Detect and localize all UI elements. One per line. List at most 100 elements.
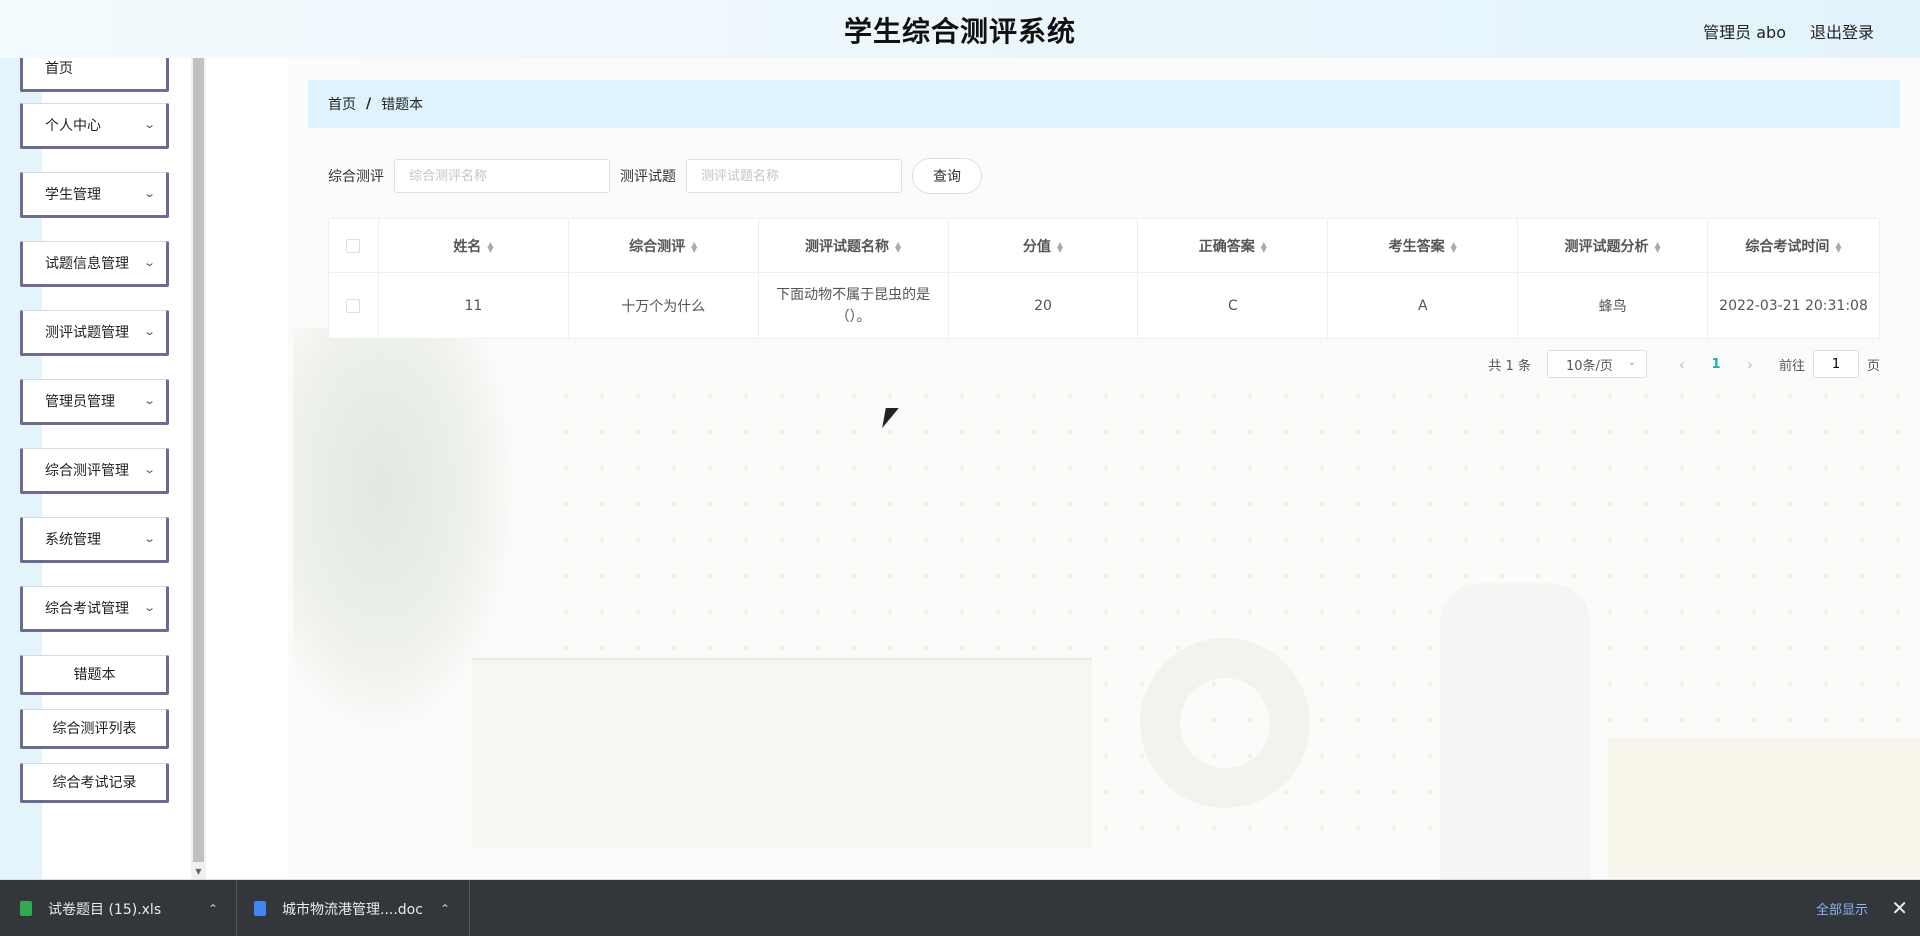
question-name-input[interactable] [686, 159, 902, 193]
sidebar-item-admin-management[interactable]: 管理员管理 ⌄ [20, 379, 169, 425]
sidebar-item-label: 试题信息管理 [45, 256, 129, 272]
prev-page-icon[interactable]: ‹ [1667, 355, 1697, 374]
sidebar-subitem-evaluation-list[interactable]: 综合测评列表 [20, 709, 169, 749]
download-item[interactable]: 城市物流港管理....doc ⌃ [254, 880, 454, 936]
logout-link[interactable]: 退出登录 [1810, 19, 1874, 43]
sort-icon[interactable]: ▲ ▼ [1261, 240, 1267, 253]
background-ring-decoration [1140, 638, 1310, 808]
sidebar-item-student-management[interactable]: 学生管理 ⌄ [20, 172, 169, 218]
sort-icon[interactable]: ▲ ▼ [487, 240, 493, 253]
chevron-up-icon[interactable]: ⌃ [440, 902, 450, 916]
column-header-label: 考生答案 [1388, 238, 1445, 255]
chevron-down-icon: ⌄ [142, 532, 156, 545]
download-item[interactable]: 试卷题目 (15).xls ⌃ [20, 880, 220, 936]
sidebar-item-label: 综合测评管理 [45, 463, 129, 479]
sort-icon[interactable]: ▲ ▼ [1835, 240, 1841, 253]
sidebar-item-system-management[interactable]: 系统管理 ⌄ [20, 517, 169, 563]
page-size-select[interactable]: 10条/页 ⌄ [1546, 350, 1647, 378]
page-title: 学生综合测评系统 [843, 15, 1076, 48]
column-header[interactable]: 综合测评 ▲ ▼ [567, 218, 759, 273]
close-icon[interactable]: ✕ [1891, 896, 1908, 920]
sidebar-item-label: 系统管理 [45, 532, 101, 548]
breadcrumb-home-link[interactable]: 首页 [328, 94, 356, 114]
document-file-icon [254, 901, 266, 916]
chevron-down-icon: ⌄ [142, 601, 156, 614]
background-block-decoration [472, 658, 1092, 848]
background-cylinder-decoration [1440, 583, 1590, 879]
column-header[interactable]: 考生答案 ▲ ▼ [1327, 218, 1519, 273]
evaluation-name-label: 综合测评 [328, 169, 384, 185]
row-checkbox[interactable] [346, 298, 361, 313]
table-cell: A [1327, 272, 1519, 339]
sidebar-item-label: 管理员管理 [45, 394, 115, 410]
column-header[interactable]: 分值 ▲ ▼ [947, 218, 1139, 273]
column-header-label: 综合测评 [629, 238, 686, 255]
breadcrumb-separator: / [366, 96, 372, 112]
sort-icon[interactable]: ▲ ▼ [1451, 240, 1457, 253]
sort-icon[interactable]: ▲ ▼ [895, 240, 901, 253]
sort-icon[interactable]: ▲ ▼ [691, 240, 697, 253]
sidebar-item-question-info-management[interactable]: 试题信息管理 ⌄ [20, 241, 169, 287]
column-header[interactable]: 正确答案 ▲ ▼ [1137, 218, 1329, 273]
show-all-downloads-button[interactable]: 全部显示 [1804, 880, 1880, 936]
table-cell: 20 [947, 272, 1139, 339]
sidebar-item-personal-center[interactable]: 个人中心 ⌄ [20, 103, 169, 149]
query-button[interactable]: 查询 [912, 158, 982, 194]
sidebar-item-comprehensive-evaluation-management[interactable]: 综合测评管理 ⌄ [20, 448, 169, 494]
table-cell: 十万个为什么 [567, 272, 759, 339]
sidebar-item-evaluation-question-management[interactable]: 测评试题管理 ⌄ [20, 310, 169, 356]
column-header-label: 综合考试时间 [1745, 238, 1830, 255]
sidebar-subitem-wrong-question-book[interactable]: 错题本 [20, 655, 169, 695]
goto-label: 前往 [1778, 358, 1805, 374]
pagination-total: 共 1 条 [1488, 358, 1531, 374]
table-cell: 2022-03-21 20:31:08 [1707, 272, 1880, 339]
column-header-label: 测评试题名称 [805, 238, 890, 255]
sidebar-subitem-label: 错题本 [73, 667, 116, 683]
page-number-current[interactable]: 1 [1697, 357, 1735, 372]
sidebar-item-label: 学生管理 [45, 187, 101, 203]
column-header-label: 测评试题分析 [1564, 238, 1649, 255]
column-header-label: 正确答案 [1198, 238, 1255, 255]
chevron-down-icon: ⌄ [142, 325, 156, 338]
column-header[interactable]: 测评试题名称 ▲ ▼ [757, 218, 949, 273]
column-header-label: 分值 [1022, 238, 1051, 255]
goto-page-input[interactable] [1812, 350, 1859, 378]
chevron-up-icon[interactable]: ⌃ [208, 902, 218, 916]
top-header: 学生综合测评系统 管理员 abo 退出登录 [0, 0, 1920, 58]
sidebar-item-label: 个人中心 [45, 118, 101, 134]
download-divider [236, 880, 237, 936]
table-header-row: 姓名 ▲ ▼ 综合测评 ▲ ▼ 测评试题名称 ▲ ▼ 分值 ▲ ▼ 正确答案 ▲ ▼ 考生答案 ▲ ▼ … [328, 218, 1880, 273]
background-box-decoration [1608, 738, 1920, 878]
download-file-name: 试卷题目 (15).xls [48, 901, 162, 918]
sidebar: 首页 个人中心 ⌄ 学生管理 ⌄ 试题信息管理 ⌄ 测评试题管理 ⌄ 管理员管理… [0, 58, 206, 879]
sidebar-item-label: 测评试题管理 [45, 325, 129, 341]
sidebar-subitem-exam-records[interactable]: 综合考试记录 [20, 763, 169, 803]
breadcrumb-current: 错题本 [381, 97, 424, 113]
chevron-down-icon: ⌄ [142, 256, 156, 269]
search-form: 综合测评 测评试题 查询 [328, 158, 982, 194]
chevron-down-icon: ⌄ [142, 118, 156, 131]
next-page-icon[interactable]: › [1735, 355, 1765, 374]
column-header[interactable]: 测评试题分析 ▲ ▼ [1517, 218, 1709, 273]
scroll-down-arrow-icon[interactable]: ▼ [193, 867, 204, 877]
sort-icon[interactable]: ▲ ▼ [1057, 240, 1063, 253]
chevron-down-icon: ⌄ [142, 394, 156, 407]
table-row[interactable]: 11 十万个为什么 下面动物不属于昆虫的是（）。 20 C A 蜂鸟 2022-… [328, 272, 1880, 339]
sidebar-subitem-label: 综合考试记录 [52, 775, 137, 791]
sort-icon[interactable]: ▲ ▼ [1655, 240, 1661, 253]
sidebar-item-label: 首页 [45, 61, 73, 77]
sidebar-item-label: 综合考试管理 [45, 601, 129, 617]
select-all-checkbox[interactable] [346, 238, 361, 253]
download-divider [469, 880, 470, 936]
sidebar-item-exam-management[interactable]: 综合考试管理 ⌄ [20, 586, 169, 632]
evaluation-name-input[interactable] [394, 159, 610, 193]
column-header[interactable]: 综合考试时间 ▲ ▼ [1707, 218, 1880, 273]
sidebar-item-home[interactable]: 首页 [20, 58, 169, 92]
row-select-cell [328, 272, 379, 339]
page-size-value: 10条/页 [1565, 358, 1613, 374]
sidebar-scrollbar-thumb[interactable] [193, 58, 204, 862]
pagination: 共 1 条 10条/页 ⌄ ‹ 1 › 前往 页 [1488, 350, 1880, 378]
spreadsheet-file-icon [20, 901, 32, 916]
column-header[interactable]: 姓名 ▲ ▼ [377, 218, 569, 273]
current-user-label: 管理员 abo [1703, 23, 1786, 42]
